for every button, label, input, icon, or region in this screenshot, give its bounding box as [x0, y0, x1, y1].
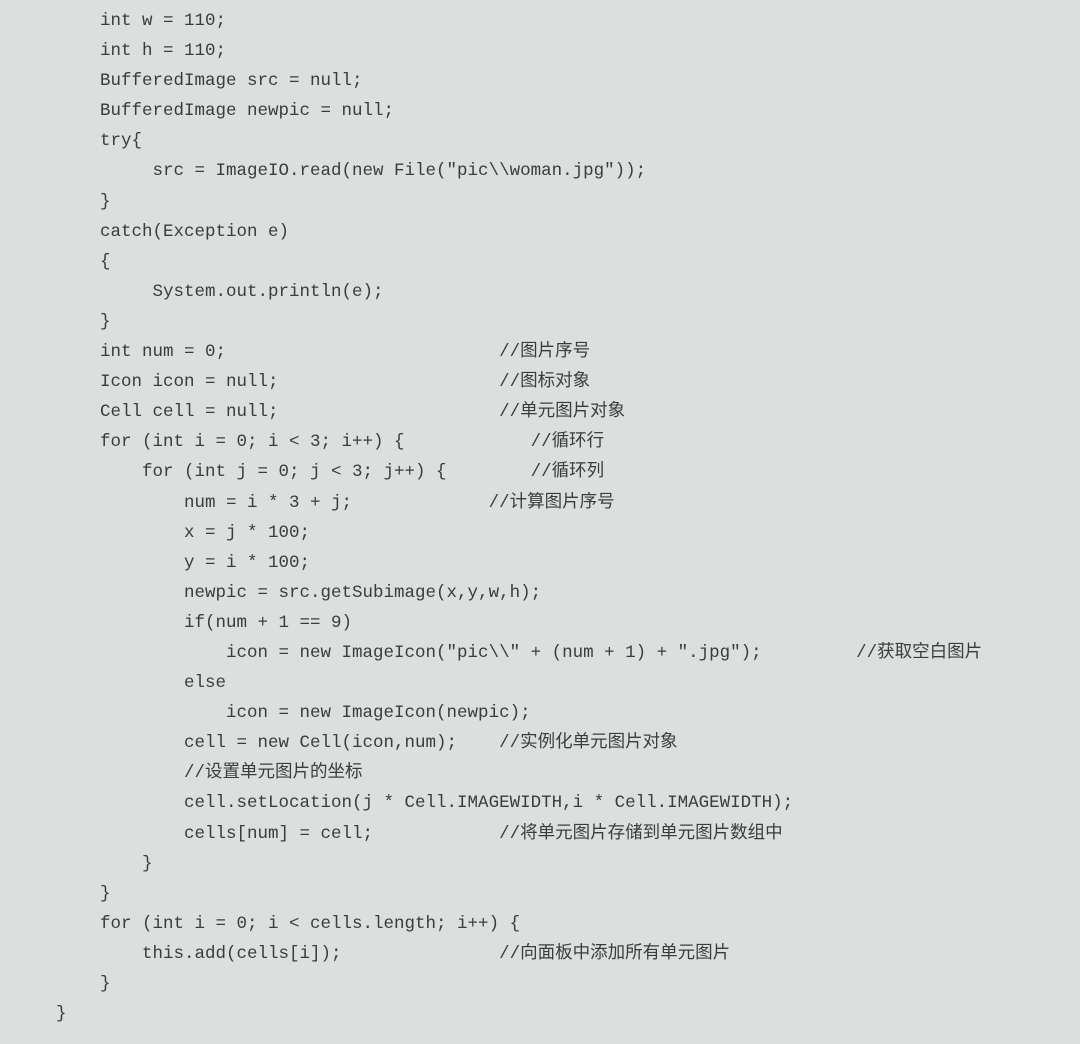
code-line: } — [0, 187, 1080, 217]
code-line-closing-brace: } — [0, 999, 1080, 1029]
code-line: x = j * 100; — [0, 518, 1080, 548]
code-line: cell.setLocation(j * Cell.IMAGEWIDTH,i *… — [0, 788, 1080, 818]
code-line: src = ImageIO.read(new File("pic\\woman.… — [0, 156, 1080, 186]
code-line: catch(Exception e) — [0, 217, 1080, 247]
code-line: int num = 0; //图片序号 — [0, 337, 1080, 367]
code-line: } — [0, 879, 1080, 909]
code-line: this.add(cells[i]); //向面板中添加所有单元图片 — [0, 939, 1080, 969]
code-line: newpic = src.getSubimage(x,y,w,h); — [0, 578, 1080, 608]
code-line: icon = new ImageIcon("pic\\" + (num + 1)… — [0, 638, 1080, 668]
code-line: } — [0, 969, 1080, 999]
code-block: int w = 110; int h = 110; BufferedImage … — [0, 0, 1080, 1029]
code-line: int h = 110; — [0, 36, 1080, 66]
code-line: cell = new Cell(icon,num); //实例化单元图片对象 — [0, 728, 1080, 758]
code-line: Icon icon = null; //图标对象 — [0, 367, 1080, 397]
code-line: } — [0, 849, 1080, 879]
code-line: if(num + 1 == 9) — [0, 608, 1080, 638]
code-line: { — [0, 247, 1080, 277]
code-line: //设置单元图片的坐标 — [0, 758, 1080, 788]
code-line: num = i * 3 + j; //计算图片序号 — [0, 488, 1080, 518]
code-line: for (int i = 0; i < 3; i++) { //循环行 — [0, 427, 1080, 457]
code-line: else — [0, 668, 1080, 698]
code-line: Cell cell = null; //单元图片对象 — [0, 397, 1080, 427]
code-line: for (int j = 0; j < 3; j++) { //循环列 — [0, 457, 1080, 487]
code-line: } — [0, 307, 1080, 337]
code-line: y = i * 100; — [0, 548, 1080, 578]
code-line: icon = new ImageIcon(newpic); — [0, 698, 1080, 728]
code-line: int w = 110; — [0, 6, 1080, 36]
code-line: cells[num] = cell; //将单元图片存储到单元图片数组中 — [0, 819, 1080, 849]
code-line: System.out.println(e); — [0, 277, 1080, 307]
code-line: BufferedImage src = null; — [0, 66, 1080, 96]
code-line: BufferedImage newpic = null; — [0, 96, 1080, 126]
code-line: try{ — [0, 126, 1080, 156]
code-line: for (int i = 0; i < cells.length; i++) { — [0, 909, 1080, 939]
